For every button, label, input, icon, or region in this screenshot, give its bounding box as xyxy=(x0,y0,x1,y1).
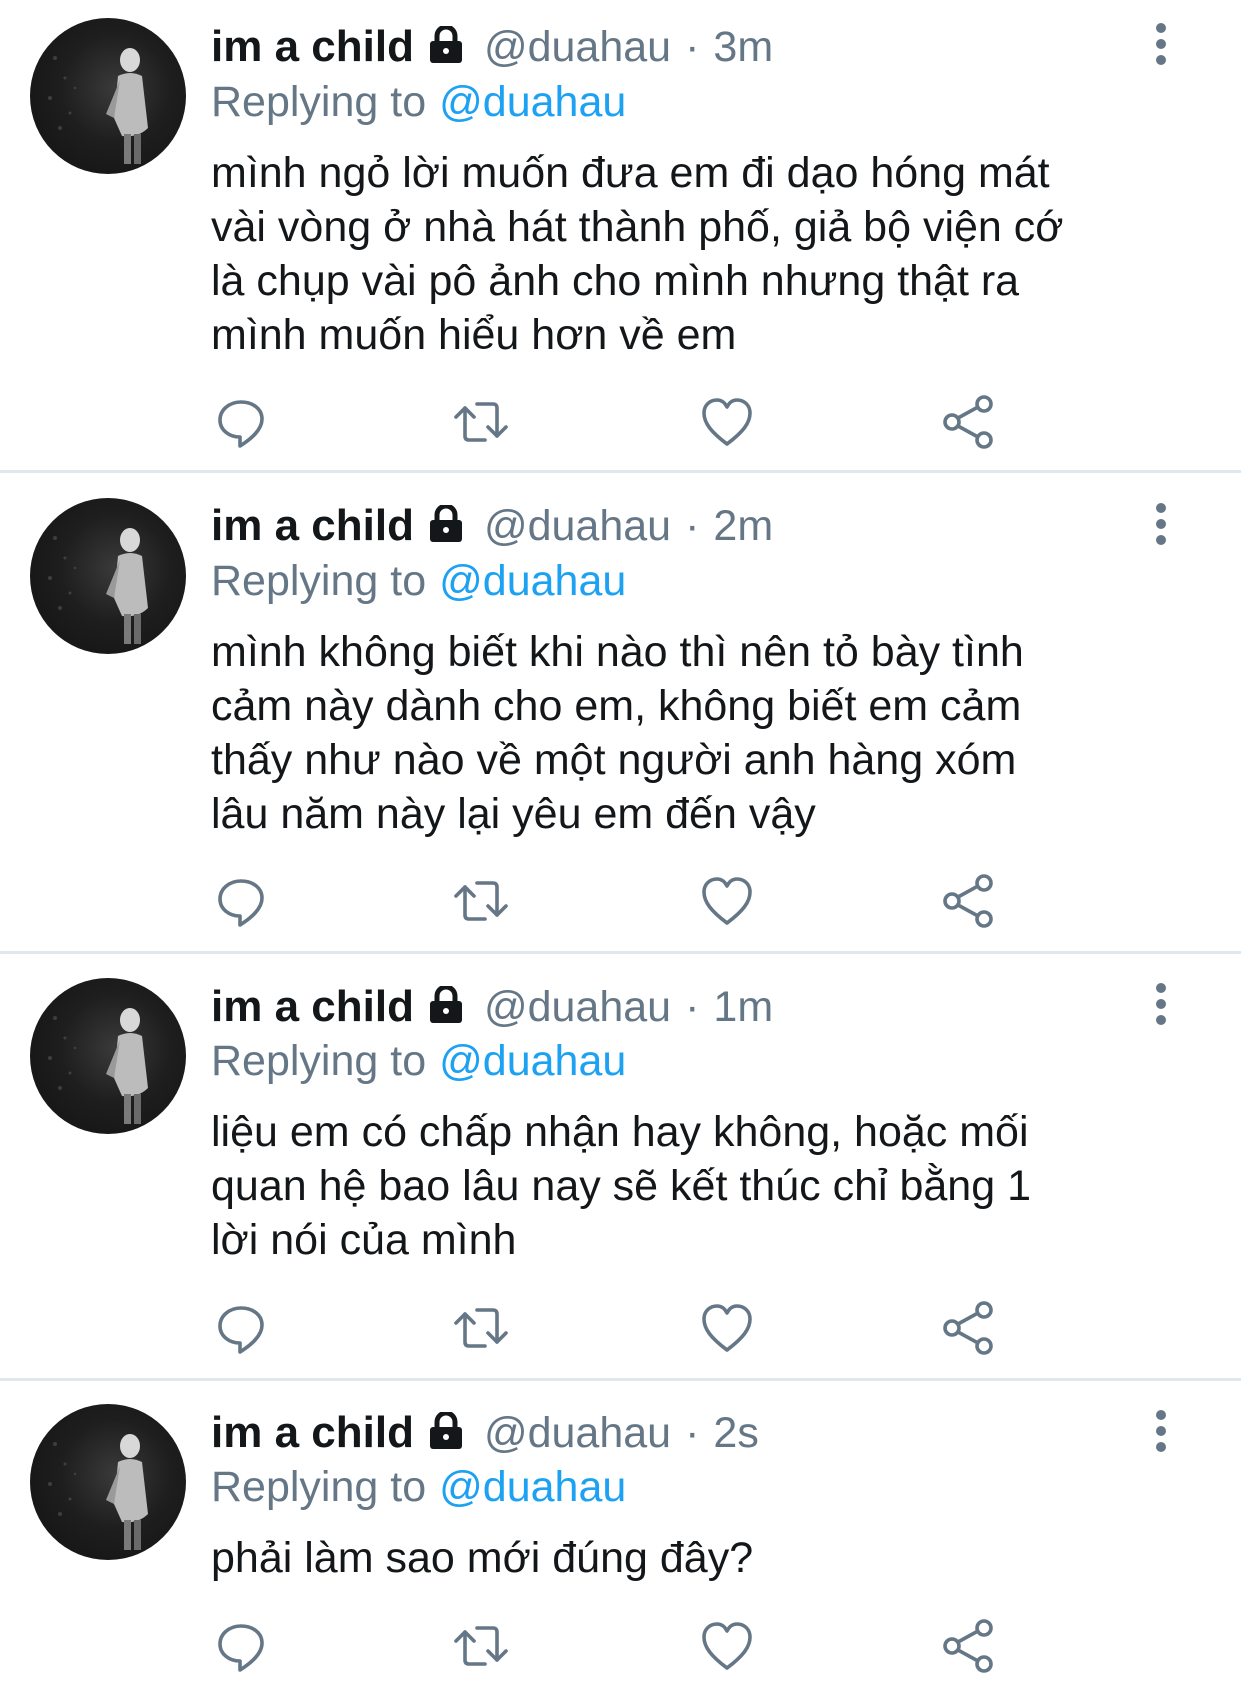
like-button[interactable] xyxy=(697,871,757,931)
more-vertical-icon[interactable] xyxy=(1148,980,1174,1030)
replying-to-label: Replying to xyxy=(211,1036,427,1085)
reply-icon xyxy=(218,1624,264,1672)
tweet-text: mình ngỏ lời muốn đưa em đi dạo hóng mát… xyxy=(211,149,1064,359)
reply-icon xyxy=(218,400,264,448)
share-button[interactable] xyxy=(938,871,998,931)
replying-to-label: Replying to xyxy=(211,1462,427,1511)
retweet-button[interactable] xyxy=(451,1298,511,1358)
heart-icon xyxy=(702,1622,752,1670)
tweet[interactable]: im a child @duahau · 2m Replying to @dua… xyxy=(0,473,1241,951)
lock-icon xyxy=(426,503,466,548)
reply-icon xyxy=(218,1306,264,1354)
reply-button[interactable] xyxy=(211,1616,271,1676)
mention-link[interactable]: @duahau xyxy=(439,557,626,606)
lock-icon xyxy=(426,984,466,1029)
separator-dot: · xyxy=(685,22,700,71)
replying-to: Replying to @duahau xyxy=(211,553,626,609)
retweet-icon xyxy=(454,1626,508,1666)
separator-dot: · xyxy=(685,1408,700,1457)
share-button[interactable] xyxy=(938,1616,998,1676)
heart-icon xyxy=(702,1304,752,1352)
tweet-text: phải làm sao mới đúng đây? xyxy=(211,1534,754,1582)
timestamp[interactable]: 2m xyxy=(713,502,773,551)
tweet[interactable]: im a child @duahau · 3m Replying to @dua… xyxy=(0,0,1241,470)
share-icon xyxy=(943,1301,993,1355)
retweet-icon xyxy=(454,881,508,921)
avatar[interactable] xyxy=(30,18,186,174)
timestamp[interactable]: 3m xyxy=(713,23,773,72)
share-button[interactable] xyxy=(938,1298,998,1358)
reply-button[interactable] xyxy=(211,871,271,931)
separator-dot: · xyxy=(685,982,700,1031)
heart-icon xyxy=(702,398,752,446)
mention-link[interactable]: @duahau xyxy=(439,78,626,127)
tweet[interactable]: im a child @duahau · 1m Replying to @dua… xyxy=(0,954,1241,1378)
display-name[interactable]: im a child xyxy=(211,22,414,72)
avatar[interactable] xyxy=(30,1404,186,1560)
lock-icon xyxy=(426,24,466,69)
heart-icon xyxy=(702,877,752,925)
retweet-button[interactable] xyxy=(451,871,511,931)
replying-to-label: Replying to xyxy=(211,556,427,605)
timestamp[interactable]: 2s xyxy=(713,1409,758,1458)
reply-button[interactable] xyxy=(211,1298,271,1358)
tweet-text: liệu em có chấp nhận hay không, hoặc mối… xyxy=(211,1108,1032,1264)
separator-dot: · xyxy=(685,501,700,550)
avatar[interactable] xyxy=(30,978,186,1134)
replying-to: Replying to @duahau xyxy=(211,74,626,130)
more-vertical-icon[interactable] xyxy=(1148,20,1174,70)
display-name[interactable]: im a child xyxy=(211,501,414,551)
tweet-text: mình không biết khi nào thì nên tỏ bày t… xyxy=(211,628,1024,838)
reply-button[interactable] xyxy=(211,392,271,452)
user-handle[interactable]: @duahau xyxy=(484,983,671,1032)
avatar[interactable] xyxy=(30,498,186,654)
share-button[interactable] xyxy=(938,392,998,452)
retweet-button[interactable] xyxy=(451,392,511,452)
more-vertical-icon[interactable] xyxy=(1148,1407,1174,1457)
display-name[interactable]: im a child xyxy=(211,982,414,1032)
retweet-icon xyxy=(454,1308,508,1348)
share-icon xyxy=(943,1619,993,1673)
user-handle[interactable]: @duahau xyxy=(484,1409,671,1458)
lock-icon xyxy=(426,1410,466,1455)
replying-to: Replying to @duahau xyxy=(211,1033,626,1089)
more-vertical-icon[interactable] xyxy=(1148,500,1174,550)
user-handle[interactable]: @duahau xyxy=(484,502,671,551)
mention-link[interactable]: @duahau xyxy=(439,1463,626,1512)
share-icon xyxy=(943,395,993,449)
like-button[interactable] xyxy=(697,392,757,452)
tweet[interactable]: im a child @duahau · 2s Replying to @dua… xyxy=(0,1381,1241,1696)
user-handle[interactable]: @duahau xyxy=(484,23,671,72)
replying-to: Replying to @duahau xyxy=(211,1459,626,1515)
reply-icon xyxy=(218,879,264,927)
retweet-button[interactable] xyxy=(451,1616,511,1676)
mention-link[interactable]: @duahau xyxy=(439,1037,626,1086)
display-name[interactable]: im a child xyxy=(211,1408,414,1458)
share-icon xyxy=(943,874,993,928)
replying-to-label: Replying to xyxy=(211,77,427,126)
retweet-icon xyxy=(454,402,508,442)
like-button[interactable] xyxy=(697,1616,757,1676)
like-button[interactable] xyxy=(697,1298,757,1358)
timestamp[interactable]: 1m xyxy=(713,983,773,1032)
